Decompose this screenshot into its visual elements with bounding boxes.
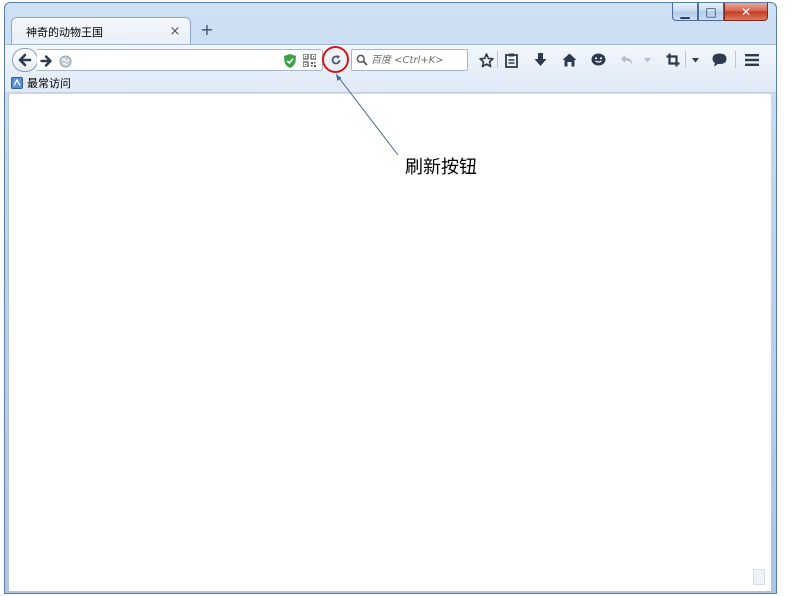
screenshot-crop-button[interactable] bbox=[663, 50, 683, 70]
crop-icon bbox=[666, 53, 680, 67]
home-icon bbox=[562, 53, 576, 67]
menu-button[interactable] bbox=[742, 50, 762, 70]
bookmark-item-most-visited[interactable]: 最常访问 bbox=[11, 75, 71, 91]
crop-dropdown-button[interactable] bbox=[688, 50, 702, 70]
back-arrow-icon bbox=[18, 53, 32, 67]
chat-button[interactable] bbox=[709, 50, 729, 70]
maximize-button[interactable]: □ bbox=[698, 3, 724, 21]
bookmark-folder-icon bbox=[11, 76, 23, 89]
smiley-bubble-icon bbox=[591, 53, 605, 66]
close-window-button[interactable]: ✕ bbox=[724, 3, 768, 21]
star-icon bbox=[478, 52, 494, 67]
search-input[interactable] bbox=[371, 52, 465, 68]
undo-button[interactable] bbox=[617, 50, 637, 70]
tab-title: 神奇的动物王国 bbox=[26, 25, 103, 39]
tab-close-icon[interactable]: × bbox=[168, 24, 182, 39]
forward-arrow-icon bbox=[40, 55, 52, 67]
close-icon: ✕ bbox=[740, 4, 752, 19]
hamburger-menu-icon bbox=[745, 54, 759, 66]
tab-active[interactable]: 神奇的动物王国 × bbox=[11, 17, 191, 45]
maximize-icon: □ bbox=[705, 4, 717, 19]
toolbar-separator bbox=[497, 51, 498, 68]
search-icon bbox=[356, 54, 368, 66]
search-bar[interactable] bbox=[351, 49, 468, 71]
undo-arrow-icon bbox=[621, 55, 633, 65]
annotation-label: 刷新按钮 bbox=[405, 157, 477, 178]
chevron-down-icon bbox=[691, 57, 699, 62]
globe-icon bbox=[59, 55, 71, 67]
site-identity-icon[interactable] bbox=[57, 53, 73, 69]
browser-window: ▁ □ ✕ 神奇的动物王国 × + 百度 <Ctrl+K> 最常访问 bbox=[4, 2, 777, 594]
url-input[interactable] bbox=[79, 52, 269, 68]
shield-icon[interactable] bbox=[283, 53, 297, 69]
annotation-highlight-circle bbox=[322, 46, 349, 73]
bookmarks-toolbar: 最常访问 bbox=[5, 73, 776, 93]
url-bar[interactable] bbox=[37, 49, 323, 71]
chat-bubble-icon bbox=[712, 53, 726, 67]
bookmark-star-button[interactable] bbox=[476, 50, 496, 70]
bookmark-label: 最常访问 bbox=[27, 76, 71, 90]
minimize-icon: ▁ bbox=[680, 4, 690, 19]
new-tab-button[interactable]: + bbox=[197, 20, 217, 40]
navigation-toolbar bbox=[5, 44, 776, 73]
window-caption-buttons: ▁ □ ✕ bbox=[672, 3, 768, 21]
undo-dropdown-button[interactable] bbox=[641, 50, 653, 70]
download-arrow-icon bbox=[534, 53, 546, 66]
chevron-down-icon bbox=[643, 57, 651, 62]
qr-code-icon[interactable] bbox=[303, 54, 316, 67]
minimize-button[interactable]: ▁ bbox=[672, 3, 698, 21]
page-content[interactable] bbox=[8, 94, 771, 591]
bookmarks-menu-button[interactable] bbox=[501, 50, 521, 70]
home-button[interactable] bbox=[559, 50, 579, 70]
forward-button[interactable] bbox=[37, 52, 55, 70]
toolbar-separator bbox=[685, 51, 686, 68]
scrollbar-corner bbox=[753, 569, 765, 585]
back-button[interactable] bbox=[12, 48, 38, 72]
feedback-button[interactable] bbox=[588, 50, 608, 70]
downloads-button[interactable] bbox=[530, 50, 550, 70]
toolbar-separator bbox=[735, 51, 736, 68]
clipboard-icon bbox=[504, 53, 518, 68]
